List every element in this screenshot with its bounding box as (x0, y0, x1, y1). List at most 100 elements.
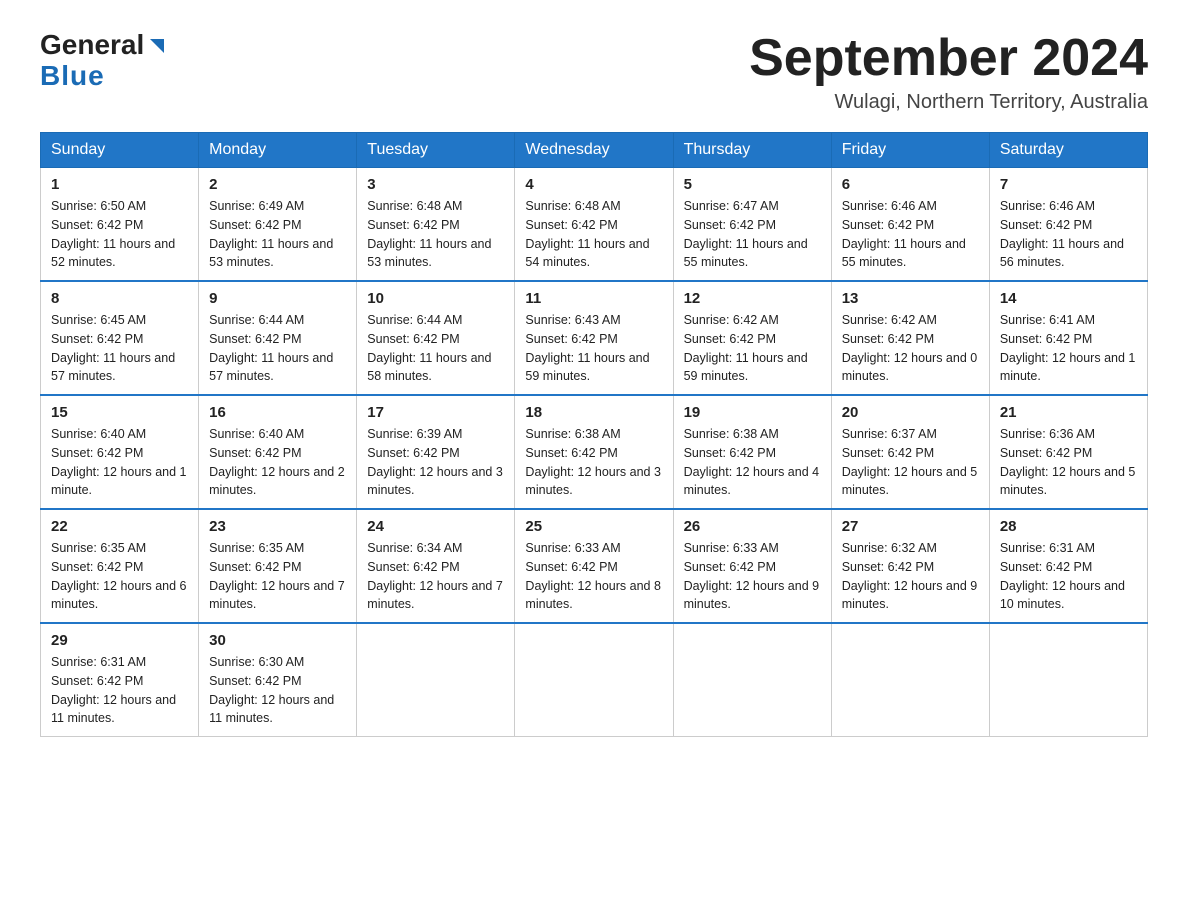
day-info: Sunrise: 6:48 AMSunset: 6:42 PMDaylight:… (367, 197, 504, 272)
calendar-cell: 25 Sunrise: 6:33 AMSunset: 6:42 PMDaylig… (515, 509, 673, 623)
day-number: 8 (51, 290, 188, 307)
logo: General Blue (40, 30, 168, 92)
day-info: Sunrise: 6:40 AMSunset: 6:42 PMDaylight:… (209, 425, 346, 500)
day-number: 27 (842, 518, 979, 535)
calendar-cell: 8 Sunrise: 6:45 AMSunset: 6:42 PMDayligh… (41, 281, 199, 395)
calendar-cell: 9 Sunrise: 6:44 AMSunset: 6:42 PMDayligh… (199, 281, 357, 395)
calendar-cell: 18 Sunrise: 6:38 AMSunset: 6:42 PMDaylig… (515, 395, 673, 509)
day-number: 2 (209, 176, 346, 193)
day-info: Sunrise: 6:32 AMSunset: 6:42 PMDaylight:… (842, 539, 979, 614)
col-wednesday: Wednesday (515, 133, 673, 168)
day-number: 14 (1000, 290, 1137, 307)
calendar-cell: 22 Sunrise: 6:35 AMSunset: 6:42 PMDaylig… (41, 509, 199, 623)
day-info: Sunrise: 6:48 AMSunset: 6:42 PMDaylight:… (525, 197, 662, 272)
day-info: Sunrise: 6:42 AMSunset: 6:42 PMDaylight:… (684, 311, 821, 386)
day-number: 1 (51, 176, 188, 193)
calendar-cell: 1 Sunrise: 6:50 AMSunset: 6:42 PMDayligh… (41, 168, 199, 282)
calendar-week-3: 15 Sunrise: 6:40 AMSunset: 6:42 PMDaylig… (41, 395, 1148, 509)
calendar-cell: 6 Sunrise: 6:46 AMSunset: 6:42 PMDayligh… (831, 168, 989, 282)
calendar-week-2: 8 Sunrise: 6:45 AMSunset: 6:42 PMDayligh… (41, 281, 1148, 395)
day-info: Sunrise: 6:46 AMSunset: 6:42 PMDaylight:… (842, 197, 979, 272)
title-section: September 2024 Wulagi, Northern Territor… (749, 30, 1148, 114)
day-number: 13 (842, 290, 979, 307)
calendar-week-1: 1 Sunrise: 6:50 AMSunset: 6:42 PMDayligh… (41, 168, 1148, 282)
col-monday: Monday (199, 133, 357, 168)
day-info: Sunrise: 6:43 AMSunset: 6:42 PMDaylight:… (525, 311, 662, 386)
day-info: Sunrise: 6:31 AMSunset: 6:42 PMDaylight:… (51, 653, 188, 728)
logo-triangle-icon (146, 35, 168, 57)
calendar-cell (357, 623, 515, 737)
day-number: 4 (525, 176, 662, 193)
calendar-cell: 4 Sunrise: 6:48 AMSunset: 6:42 PMDayligh… (515, 168, 673, 282)
day-info: Sunrise: 6:49 AMSunset: 6:42 PMDaylight:… (209, 197, 346, 272)
day-number: 19 (684, 404, 821, 421)
day-number: 7 (1000, 176, 1137, 193)
day-number: 23 (209, 518, 346, 535)
logo-general: General (40, 30, 144, 61)
calendar-cell: 20 Sunrise: 6:37 AMSunset: 6:42 PMDaylig… (831, 395, 989, 509)
calendar-cell (515, 623, 673, 737)
day-info: Sunrise: 6:50 AMSunset: 6:42 PMDaylight:… (51, 197, 188, 272)
col-thursday: Thursday (673, 133, 831, 168)
day-info: Sunrise: 6:35 AMSunset: 6:42 PMDaylight:… (209, 539, 346, 614)
day-number: 21 (1000, 404, 1137, 421)
calendar-cell: 27 Sunrise: 6:32 AMSunset: 6:42 PMDaylig… (831, 509, 989, 623)
day-number: 24 (367, 518, 504, 535)
day-info: Sunrise: 6:34 AMSunset: 6:42 PMDaylight:… (367, 539, 504, 614)
day-number: 16 (209, 404, 346, 421)
col-sunday: Sunday (41, 133, 199, 168)
day-info: Sunrise: 6:36 AMSunset: 6:42 PMDaylight:… (1000, 425, 1137, 500)
calendar-cell: 7 Sunrise: 6:46 AMSunset: 6:42 PMDayligh… (989, 168, 1147, 282)
page-header: General Blue September 2024 Wulagi, Nort… (40, 30, 1148, 114)
day-info: Sunrise: 6:40 AMSunset: 6:42 PMDaylight:… (51, 425, 188, 500)
calendar-cell: 10 Sunrise: 6:44 AMSunset: 6:42 PMDaylig… (357, 281, 515, 395)
day-number: 3 (367, 176, 504, 193)
day-info: Sunrise: 6:42 AMSunset: 6:42 PMDaylight:… (842, 311, 979, 386)
day-info: Sunrise: 6:30 AMSunset: 6:42 PMDaylight:… (209, 653, 346, 728)
calendar-week-5: 29 Sunrise: 6:31 AMSunset: 6:42 PMDaylig… (41, 623, 1148, 737)
calendar-cell: 11 Sunrise: 6:43 AMSunset: 6:42 PMDaylig… (515, 281, 673, 395)
calendar-header-row: Sunday Monday Tuesday Wednesday Thursday… (41, 133, 1148, 168)
day-info: Sunrise: 6:35 AMSunset: 6:42 PMDaylight:… (51, 539, 188, 614)
day-info: Sunrise: 6:37 AMSunset: 6:42 PMDaylight:… (842, 425, 979, 500)
calendar-cell: 12 Sunrise: 6:42 AMSunset: 6:42 PMDaylig… (673, 281, 831, 395)
day-info: Sunrise: 6:41 AMSunset: 6:42 PMDaylight:… (1000, 311, 1137, 386)
calendar-cell: 15 Sunrise: 6:40 AMSunset: 6:42 PMDaylig… (41, 395, 199, 509)
day-info: Sunrise: 6:38 AMSunset: 6:42 PMDaylight:… (684, 425, 821, 500)
day-number: 9 (209, 290, 346, 307)
day-number: 26 (684, 518, 821, 535)
calendar-cell (673, 623, 831, 737)
day-number: 6 (842, 176, 979, 193)
day-info: Sunrise: 6:47 AMSunset: 6:42 PMDaylight:… (684, 197, 821, 272)
day-number: 10 (367, 290, 504, 307)
day-info: Sunrise: 6:39 AMSunset: 6:42 PMDaylight:… (367, 425, 504, 500)
col-saturday: Saturday (989, 133, 1147, 168)
calendar-cell: 23 Sunrise: 6:35 AMSunset: 6:42 PMDaylig… (199, 509, 357, 623)
calendar-table: Sunday Monday Tuesday Wednesday Thursday… (40, 132, 1148, 737)
day-number: 17 (367, 404, 504, 421)
calendar-cell: 24 Sunrise: 6:34 AMSunset: 6:42 PMDaylig… (357, 509, 515, 623)
day-info: Sunrise: 6:38 AMSunset: 6:42 PMDaylight:… (525, 425, 662, 500)
col-tuesday: Tuesday (357, 133, 515, 168)
logo-blue: Blue (40, 61, 105, 92)
calendar-cell: 13 Sunrise: 6:42 AMSunset: 6:42 PMDaylig… (831, 281, 989, 395)
calendar-cell: 19 Sunrise: 6:38 AMSunset: 6:42 PMDaylig… (673, 395, 831, 509)
day-info: Sunrise: 6:31 AMSunset: 6:42 PMDaylight:… (1000, 539, 1137, 614)
calendar-cell: 3 Sunrise: 6:48 AMSunset: 6:42 PMDayligh… (357, 168, 515, 282)
calendar-cell: 26 Sunrise: 6:33 AMSunset: 6:42 PMDaylig… (673, 509, 831, 623)
calendar-cell (989, 623, 1147, 737)
day-number: 5 (684, 176, 821, 193)
day-info: Sunrise: 6:45 AMSunset: 6:42 PMDaylight:… (51, 311, 188, 386)
day-number: 11 (525, 290, 662, 307)
calendar-cell: 30 Sunrise: 6:30 AMSunset: 6:42 PMDaylig… (199, 623, 357, 737)
calendar-cell: 17 Sunrise: 6:39 AMSunset: 6:42 PMDaylig… (357, 395, 515, 509)
day-number: 28 (1000, 518, 1137, 535)
calendar-cell: 21 Sunrise: 6:36 AMSunset: 6:42 PMDaylig… (989, 395, 1147, 509)
calendar-cell: 16 Sunrise: 6:40 AMSunset: 6:42 PMDaylig… (199, 395, 357, 509)
calendar-week-4: 22 Sunrise: 6:35 AMSunset: 6:42 PMDaylig… (41, 509, 1148, 623)
day-number: 20 (842, 404, 979, 421)
day-info: Sunrise: 6:33 AMSunset: 6:42 PMDaylight:… (525, 539, 662, 614)
day-number: 18 (525, 404, 662, 421)
calendar-cell: 29 Sunrise: 6:31 AMSunset: 6:42 PMDaylig… (41, 623, 199, 737)
calendar-cell (831, 623, 989, 737)
